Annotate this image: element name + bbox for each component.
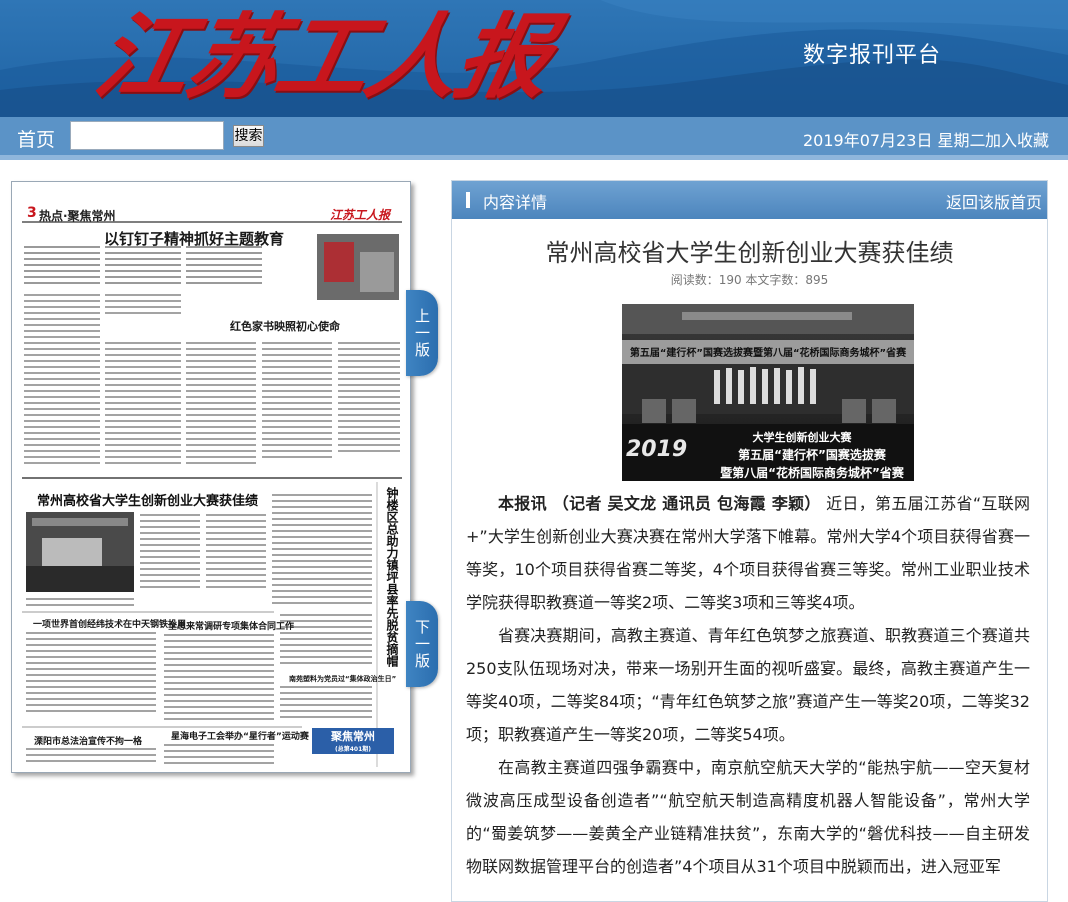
page-headline[interactable]: 红色家书映照初心使命 — [230, 318, 340, 334]
home-link[interactable]: 首页 — [17, 125, 55, 152]
newspaper-page-thumbnail[interactable]: 3 热点·聚焦常州 江苏工人报 以钉钉子精神抓好主题教育 红色家书映照初心使命 … — [11, 181, 411, 773]
panel-title: 内容详情 — [483, 193, 548, 212]
page-headline[interactable]: 常州高校省大学生创新创业大赛获佳绩 — [37, 490, 258, 509]
page-column-badge: 聚焦常州 (总第401期) — [312, 728, 394, 754]
search-input[interactable] — [70, 121, 224, 150]
page-headline[interactable]: 以钉钉子精神抓好主题教育 — [104, 228, 284, 249]
article-panel: 内容详情 返回该版首页 常州高校省大学生创新创业大赛获佳绩 阅读数：190 本文… — [451, 180, 1048, 902]
page-number: 3 — [27, 205, 37, 221]
back-to-page-link[interactable]: 返回该版首页 — [946, 189, 1042, 213]
page-logo: 江苏工人报 — [330, 208, 391, 222]
site-header: 江苏工人报 数字报刊平台 — [0, 0, 1068, 117]
page-headline[interactable]: 星海电子工会举办“星行者”运动赛 — [171, 729, 309, 742]
platform-label: 数字报刊平台 — [803, 43, 942, 68]
photo-banner-line3: 暨第八届“花桥国际商务城杯”省赛 — [720, 465, 905, 480]
page-headline[interactable]: 一项世界首创经纬技术在中天钢铁投用 — [33, 617, 186, 630]
page-headline[interactable]: 全总来常调研专项集体合同工作 — [168, 619, 294, 632]
article-panel-header: 内容详情 返回该版首页 — [452, 181, 1047, 219]
article-paragraph: 本报讯 （记者 吴文龙 通讯员 包海霞 李颖） 近日，第五届江苏省“互联网+”大… — [466, 487, 1030, 619]
article-paragraph: 省赛决赛期间，高教主赛道、青年红色筑梦之旅赛道、职教赛道三个赛道共250支队伍现… — [466, 626, 1030, 744]
nav-divider — [0, 155, 1068, 160]
badge-title: 聚焦常州 — [331, 730, 375, 743]
page-section-title: 热点·聚焦常州 — [39, 209, 116, 223]
current-date: 2019年07月23日 星期二 — [803, 131, 986, 150]
panel-header-marker — [466, 192, 470, 208]
next-page-tab[interactable]: 下一版 — [406, 601, 438, 687]
nav-bar: 首页 搜索 2019年07月23日 星期二 加入收藏 — [0, 117, 1068, 155]
prev-page-tab[interactable]: 上一版 — [406, 290, 438, 376]
add-favorite-link[interactable]: 加入收藏 — [985, 127, 1049, 151]
masthead-logo[interactable]: 江苏工人报 — [86, 2, 560, 112]
article-title: 常州高校省大学生创新创业大赛获佳绩 — [545, 239, 954, 267]
photo-banner-line2: 第五届“建行杯”国赛选拔赛 — [738, 447, 887, 462]
article-body: 本报讯 （记者 吴文龙 通讯员 包海霞 李颖） 近日，第五届江苏省“互联网+”大… — [466, 487, 1030, 883]
article-photo[interactable]: 第五届“建行杯”国赛选拔赛暨第八届“花桥国际商务城杯”省赛 2019 大学生创新… — [622, 304, 914, 481]
search-button[interactable]: 搜索 — [233, 125, 264, 147]
photo-people — [714, 367, 816, 404]
newspaper-layout — [22, 221, 402, 767]
article-meta: 阅读数：190 本文字数：895 — [670, 273, 829, 287]
page-headline[interactable]: 溧阳市总法治宣传不拘一格 — [34, 734, 142, 747]
photo-banner-top: 第五届“建行杯”国赛选拔赛暨第八届“花桥国际商务城杯”省赛 — [630, 346, 907, 359]
article-paragraph: 在高教主赛道四强争霸赛中，南京航空航天大学的“能热宇航——空天复材微波高压成型设… — [466, 758, 1030, 876]
page-headline[interactable]: 南苑塑料为党员过“集体政治生日” — [289, 674, 396, 684]
article-photo-scene: 第五届“建行杯”国赛选拔赛暨第八届“花桥国际商务城杯”省赛 2019 大学生创新… — [622, 304, 914, 481]
page-headline-vertical[interactable]: 钟楼区总助力镇坪县率先脱贫摘帽 — [384, 487, 401, 667]
photo-banner-line1: 大学生创新创业大赛 — [753, 430, 853, 444]
badge-subtitle: (总第401期) — [334, 746, 371, 753]
photo-logo: 2019 — [626, 437, 687, 462]
article-lead: 本报讯 （记者 吴文龙 通讯员 包海霞 李颖） — [498, 494, 821, 513]
